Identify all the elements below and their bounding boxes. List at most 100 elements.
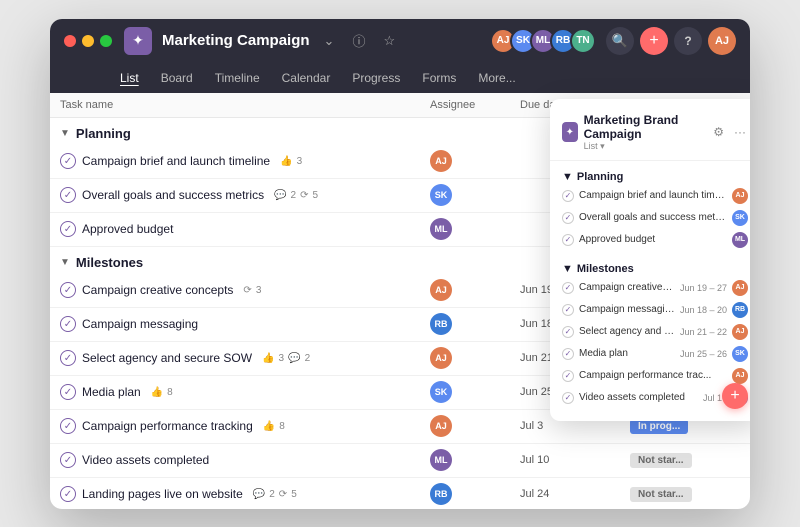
task-name-cell: ✓ Select agency and secure SOW 👍 3 💬 2 [60,350,430,366]
mini-date: Jun 19 – 27 [680,283,727,293]
task-name: Campaign messaging [82,317,198,331]
task-meta: 💬 2 ⟳ 5 [253,489,297,500]
status-badge: Not star... [630,453,692,468]
mini-task-row[interactable]: ✓ Campaign messaging Jun 18 – 20 RB [562,299,748,321]
mini-section-milestones: ▼ Milestones ✓ Campaign creative con... … [550,253,750,411]
maximize-button[interactable] [100,35,112,47]
status-cell: Not star... [630,453,740,468]
assignee-avatar[interactable]: AJ [430,415,452,437]
assignee-avatar[interactable]: RB [430,313,452,335]
mini-task-row[interactable]: ✓ Campaign performance trac... AJ [562,365,748,387]
task-check-icon[interactable]: ✓ [60,316,76,332]
status-badge: In prog... [630,419,688,434]
mini-more-icon[interactable]: ··· [732,123,748,141]
assignee-avatar[interactable]: ML [430,449,452,471]
mini-task-row[interactable]: ✓ Campaign creative con... Jun 19 – 27 A… [562,277,748,299]
chevron-down-icon[interactable]: ⌄ [320,31,339,51]
mini-avatar: AJ [732,324,748,340]
task-check-icon[interactable]: ✓ [60,221,76,237]
assignee-avatar[interactable]: SK [430,184,452,206]
mini-fab-add-button[interactable]: + [722,383,748,409]
assignee-cell: SK [430,184,520,206]
tab-timeline[interactable]: Timeline [205,67,270,89]
mini-task-row[interactable]: ✓ Select agency and sec... Jun 21 – 22 A… [562,321,748,343]
task-check-icon[interactable]: ✓ [60,350,76,366]
mini-panel: ✦ Marketing Brand Campaign List ▾ ⚙ ··· … [550,99,750,421]
tab-list[interactable]: List [110,67,149,89]
task-check-icon[interactable]: ✓ [60,282,76,298]
mini-task-row[interactable]: ✓ Media plan Jun 25 – 26 SK [562,343,748,365]
assignee-avatar[interactable]: SK [430,381,452,403]
status-cell: Not star... [630,487,740,502]
like-count: 3 [297,156,303,167]
task-check-icon[interactable]: ✓ [60,418,76,434]
mini-task-row[interactable]: ✓ Approved budget ML [562,229,748,251]
user-avatar[interactable]: AJ [708,27,736,55]
info-icon[interactable]: ⓘ [348,29,369,52]
task-meta: 👍 8 [151,387,173,398]
help-button[interactable]: ? [674,27,702,55]
task-name-cell: ✓ Campaign performance tracking 👍 8 [60,418,430,434]
tab-more[interactable]: More... [468,67,525,89]
task-check-icon[interactable]: ✓ [60,384,76,400]
subtask-icon: ⟳ [300,190,308,201]
mini-avatar: AJ [732,280,748,296]
tab-board[interactable]: Board [151,67,203,89]
mini-task-row[interactable]: ✓ Campaign brief and launch timeline AJ [562,185,748,207]
task-name: Media plan [82,385,141,399]
search-button[interactable]: 🔍 [606,27,634,55]
assignee-cell: RB [430,313,520,335]
task-check-icon[interactable]: ✓ [60,153,76,169]
table-row[interactable]: ✓ Landing pages live on website 💬 2 ⟳ 5 … [50,478,750,509]
tab-progress[interactable]: Progress [342,67,410,89]
nav-tabs: List Board Timeline Calendar Progress Fo… [50,63,750,93]
mini-settings-icon[interactable]: ⚙ [711,123,726,141]
mini-panel-header: ✦ Marketing Brand Campaign List ▾ ⚙ ··· [550,109,750,161]
mini-task-name: Campaign performance trac... [579,370,727,381]
like-count: 8 [167,387,173,398]
assignee-avatar[interactable]: AJ [430,279,452,301]
mini-panel-subtitle[interactable]: List ▾ [584,141,706,152]
assignee-avatar[interactable]: AJ [430,150,452,172]
assignee-avatar[interactable]: AJ [430,347,452,369]
assignee-cell: ML [430,449,520,471]
task-name: Landing pages live on website [82,487,243,501]
task-name: Overall goals and success metrics [82,188,264,202]
mini-check-icon: ✓ [562,326,574,338]
task-check-icon[interactable]: ✓ [60,187,76,203]
comment-icon: 💬 [288,353,300,364]
assignee-avatar[interactable]: RB [430,483,452,505]
comment-count: 2 [269,489,275,500]
like-icon: 👍 [280,156,292,167]
task-meta: 👍 8 [263,421,285,432]
mini-date: Jun 21 – 22 [680,327,727,337]
mini-check-icon: ✓ [562,348,574,360]
mini-action-buttons: ⚙ ··· [711,123,748,141]
avatar[interactable]: TN [570,28,596,54]
comment-count: 2 [305,353,311,364]
add-button[interactable]: + [640,27,668,55]
tab-calendar[interactable]: Calendar [272,67,341,89]
task-name: Campaign performance tracking [82,419,253,433]
table-row[interactable]: ✓ Video assets completed ML Jul 10 Not s… [50,444,750,478]
mini-section-planning: ▼ Planning ✓ Campaign brief and launch t… [550,161,750,253]
date-cell: Jul 24 [520,488,630,500]
star-icon[interactable]: ☆ [379,31,399,51]
window-title: Marketing Campaign [162,32,310,49]
tab-forms[interactable]: Forms [412,67,466,89]
subtask-count: 5 [312,190,318,201]
mini-task-row[interactable]: ✓ Video assets completed Jul 10 ML [562,387,748,409]
task-name: Approved budget [82,222,173,236]
task-name-cell: ✓ Landing pages live on website 💬 2 ⟳ 5 [60,486,430,502]
task-meta: 👍 3 💬 2 [262,353,310,364]
task-check-icon[interactable]: ✓ [60,486,76,502]
minimize-button[interactable] [82,35,94,47]
section-planning-title: Planning [76,126,131,141]
task-check-icon[interactable]: ✓ [60,452,76,468]
close-button[interactable] [64,35,76,47]
assignee-avatar[interactable]: ML [430,218,452,240]
mini-date: Jun 25 – 26 [680,349,727,359]
mini-task-row[interactable]: ✓ Overall goals and success metrics SK [562,207,748,229]
assignee-cell: SK [430,381,520,403]
subtask-icon: ⟳ [279,489,287,500]
